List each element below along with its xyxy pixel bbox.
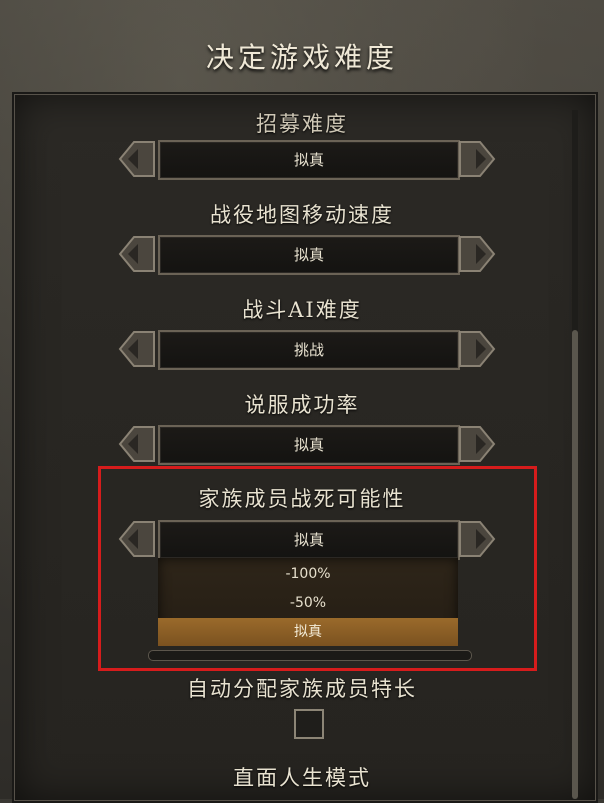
map-speed-selector: 拟真 xyxy=(118,233,496,275)
chevron-right-icon[interactable] xyxy=(458,233,496,275)
persuasion-value[interactable]: 拟真 xyxy=(158,425,460,465)
setting-label-recruit-difficulty: 招募难度 xyxy=(256,112,348,136)
setting-label-persuasion: 说服成功率 xyxy=(244,393,360,417)
highlight-box xyxy=(98,466,537,671)
chevron-right-icon[interactable] xyxy=(458,138,496,180)
chevron-left-icon[interactable] xyxy=(118,138,156,180)
auto-assign-checkbox[interactable] xyxy=(294,709,324,739)
setting-label-battle-ai: 战斗AI难度 xyxy=(242,298,362,322)
chevron-left-icon[interactable] xyxy=(118,328,156,370)
recruit-difficulty-value[interactable]: 拟真 xyxy=(158,140,460,180)
page-title: 决定游戏难度 xyxy=(205,41,398,74)
setting-label-map-speed: 战役地图移动速度 xyxy=(210,203,394,227)
setting-label-ironman: 直面人生模式 xyxy=(233,766,371,790)
chevron-left-icon[interactable] xyxy=(118,423,156,465)
chevron-right-icon[interactable] xyxy=(458,328,496,370)
chevron-right-icon[interactable] xyxy=(458,423,496,465)
battle-ai-selector: 挑战 xyxy=(118,328,496,370)
recruit-difficulty-selector: 拟真 xyxy=(118,138,496,180)
setting-label-auto-assign: 自动分配家族成员特长 xyxy=(187,677,417,701)
map-speed-value[interactable]: 拟真 xyxy=(158,235,460,275)
persuasion-selector: 拟真 xyxy=(118,423,496,465)
battle-ai-value[interactable]: 挑战 xyxy=(158,330,460,370)
chevron-left-icon[interactable] xyxy=(118,233,156,275)
